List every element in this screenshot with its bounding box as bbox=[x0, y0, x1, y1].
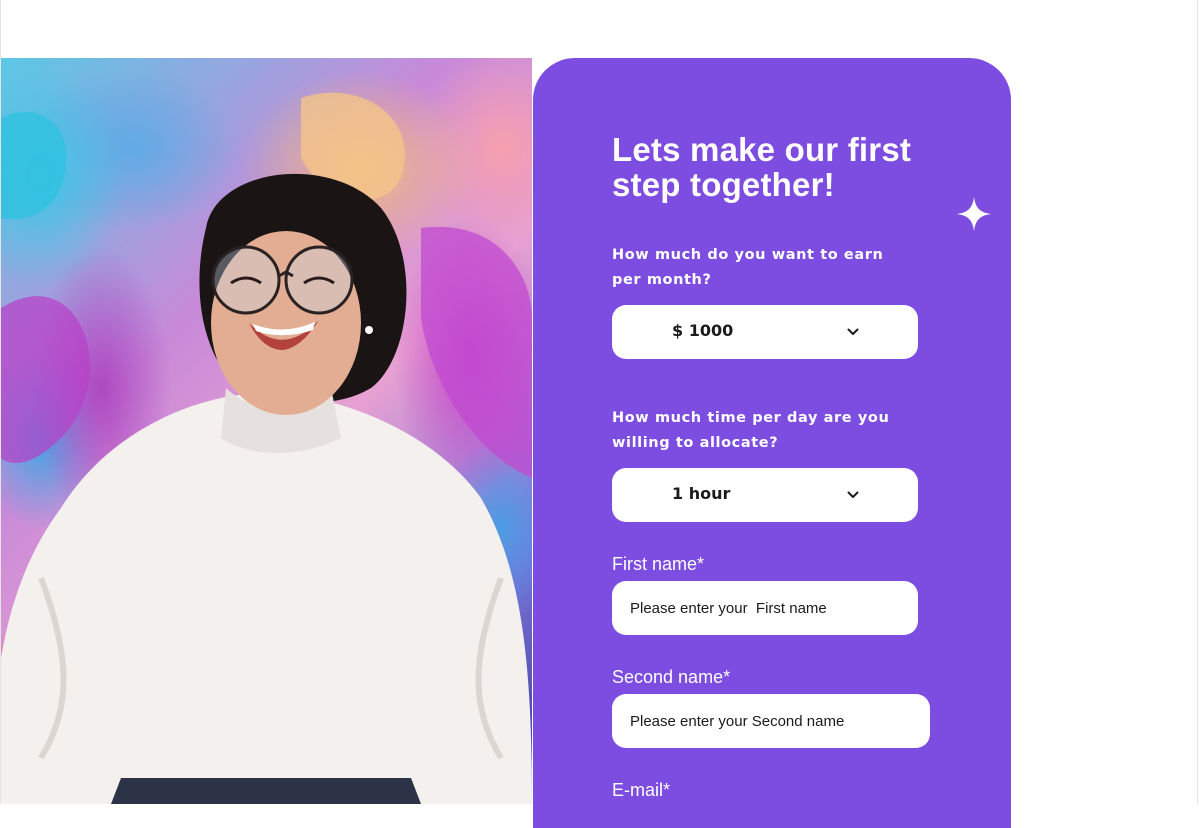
earn-select-value: $ 1000 bbox=[672, 321, 734, 340]
chevron-down-icon bbox=[847, 491, 859, 498]
second-name-label: Second name* bbox=[612, 667, 731, 687]
second-name-field[interactable] bbox=[612, 694, 930, 748]
page-right-border bbox=[1197, 0, 1198, 804]
form-title: Lets make our first step together! bbox=[612, 131, 912, 203]
chevron-down-icon bbox=[847, 328, 859, 335]
sparkle-icon bbox=[957, 197, 991, 231]
first-name-field[interactable] bbox=[612, 581, 918, 635]
hero-photo bbox=[1, 58, 532, 804]
time-select-value: 1 hour bbox=[672, 484, 731, 503]
first-name-label: First name* bbox=[612, 554, 705, 574]
earn-question-label: How much do you want to earn per month? bbox=[612, 247, 884, 288]
time-select[interactable]: 1 hour bbox=[612, 468, 918, 522]
time-question-label: How much time per day are you willing to… bbox=[612, 410, 890, 451]
earn-select[interactable]: $ 1000 bbox=[612, 305, 918, 359]
woman-illustration bbox=[1, 92, 532, 804]
email-label: E-mail* bbox=[612, 780, 671, 800]
